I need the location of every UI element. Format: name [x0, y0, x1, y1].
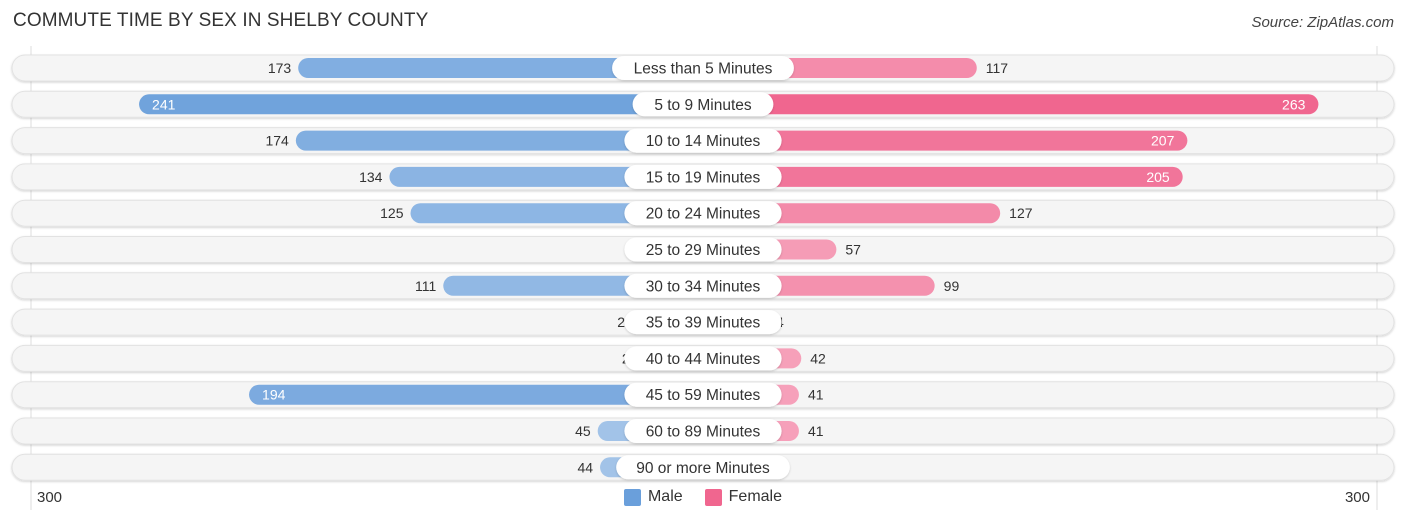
- legend-label-male: Male: [647, 488, 683, 505]
- chart-canvas: 173 117 Less than 5 Minutes 241 263 5 to 9 Mi…: [11, 46, 1395, 510]
- category-label: 5 to 9 Minutes: [654, 97, 752, 114]
- category-label: 30 to 34 Minutes: [646, 278, 761, 295]
- value-label-male: 174: [265, 133, 289, 149]
- category-label: Less than 5 Minutes: [634, 61, 773, 78]
- legend-label-female: Female: [728, 488, 783, 505]
- value-label-female: 127: [1009, 205, 1033, 221]
- category-label: 15 to 19 Minutes: [646, 169, 761, 186]
- value-label-male: 194: [262, 387, 286, 403]
- legend-item-female[interactable]: Female: [704, 488, 783, 506]
- category-label: 10 to 14 Minutes: [646, 133, 761, 150]
- value-label-female: 117: [986, 60, 1009, 76]
- category-label: 45 to 59 Minutes: [646, 387, 761, 404]
- value-label-male: 241: [152, 96, 176, 112]
- legend: Male Female: [0, 488, 1406, 506]
- value-label-male: 45: [575, 423, 591, 439]
- bar-male: [139, 94, 713, 115]
- legend-swatch-female: [704, 488, 722, 506]
- category-label: 60 to 89 Minutes: [646, 424, 761, 441]
- category-label: 25 to 29 Minutes: [646, 242, 761, 259]
- value-label-female: 57: [845, 242, 861, 258]
- category-label: 40 to 44 Minutes: [646, 351, 761, 368]
- value-label-female: 41: [808, 423, 824, 439]
- legend-item-male[interactable]: Male: [623, 488, 683, 506]
- value-label-male: 134: [359, 169, 383, 185]
- value-label-female: 207: [1151, 133, 1175, 149]
- value-label-female: 263: [1282, 96, 1306, 112]
- value-label-male: 111: [415, 278, 436, 294]
- category-label: 90 or more Minutes: [636, 460, 770, 477]
- category-label: 35 to 39 Minutes: [646, 315, 761, 332]
- value-label-female: 41: [808, 387, 824, 403]
- legend-swatch-male: [623, 488, 641, 506]
- value-label-female: 42: [810, 350, 826, 366]
- value-label-male: 44: [577, 459, 593, 475]
- category-label: 20 to 24 Minutes: [646, 206, 761, 223]
- value-label-male: 173: [268, 60, 292, 76]
- value-label-male: 125: [380, 205, 404, 221]
- value-label-female: 99: [944, 278, 960, 294]
- bar-female: [693, 94, 1319, 115]
- value-label-female: 205: [1146, 169, 1170, 185]
